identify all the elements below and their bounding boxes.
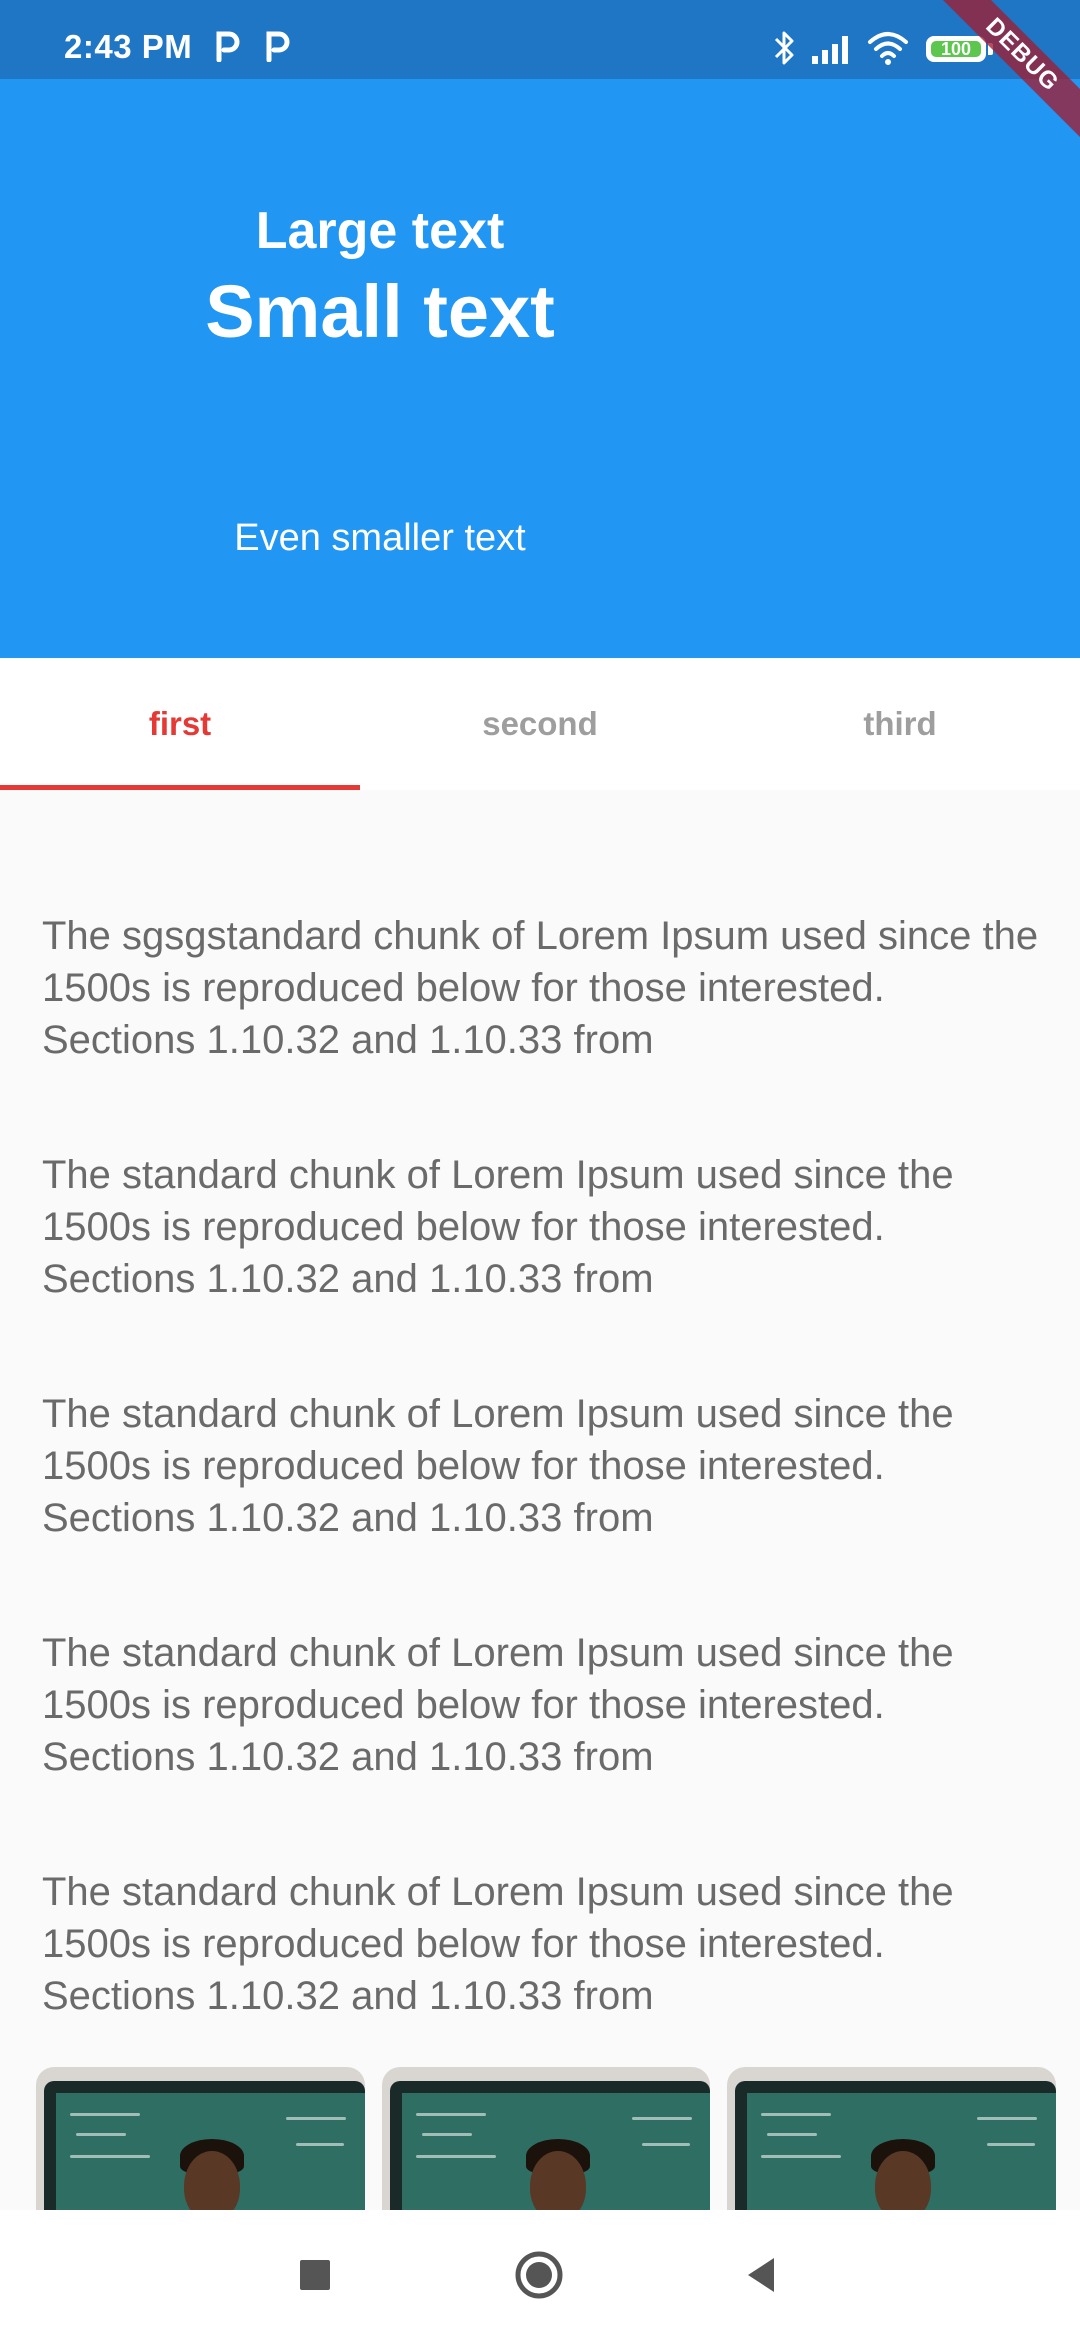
parking-icon	[266, 31, 290, 62]
header-large-text: Large text	[255, 202, 505, 260]
system-navigation-bar	[0, 2210, 1080, 2340]
thumbnail-image[interactable]	[727, 2067, 1057, 2210]
wifi-icon	[868, 32, 908, 65]
header-small-text: Small text	[205, 270, 555, 353]
list-item: The standard chunk of Lorem Ipsum used s…	[42, 1631, 954, 1779]
tab-bar: first second third	[0, 658, 1080, 790]
thumbnail-image[interactable]	[381, 2067, 711, 2210]
home-circle-icon[interactable]	[514, 2250, 564, 2300]
list-item: The standard chunk of Lorem Ipsum used s…	[42, 1392, 954, 1540]
header-smaller-text: Even smaller text	[234, 517, 526, 559]
status-bar: 2:43 PM 100	[0, 0, 1080, 79]
tab-third[interactable]: third	[720, 658, 1080, 790]
tab-content[interactable]: The sgsgstandard chunk of Lorem Ipsum us…	[0, 790, 1080, 2210]
app-screen: 2:43 PM 100 DEBUG Large text Small text …	[0, 0, 1080, 2340]
battery-icon: 100	[926, 36, 986, 62]
thumbnail-image[interactable]	[36, 2067, 365, 2210]
recents-square-icon[interactable]	[290, 2250, 340, 2300]
battery-tip	[988, 43, 993, 55]
tab-second[interactable]: second	[360, 658, 720, 790]
list-item: The standard chunk of Lorem Ipsum used s…	[42, 1870, 954, 2018]
status-time: 2:43 PM	[64, 28, 193, 65]
parking-icon	[216, 31, 240, 62]
signal-icon	[812, 36, 848, 64]
thumbnail-row	[36, 2067, 1057, 2210]
battery-level: 100	[940, 39, 972, 59]
back-triangle-icon[interactable]	[738, 2250, 788, 2300]
header-banner: Large text Small text Even smaller text	[0, 79, 1080, 658]
tab-first[interactable]: first	[0, 658, 360, 790]
bluetooth-icon	[774, 31, 794, 65]
list-item: The standard chunk of Lorem Ipsum used s…	[42, 1153, 954, 1301]
list-item: The sgsgstandard chunk of Lorem Ipsum us…	[42, 914, 1039, 1062]
paragraph-list: The sgsgstandard chunk of Lorem Ipsum us…	[42, 910, 1042, 2105]
